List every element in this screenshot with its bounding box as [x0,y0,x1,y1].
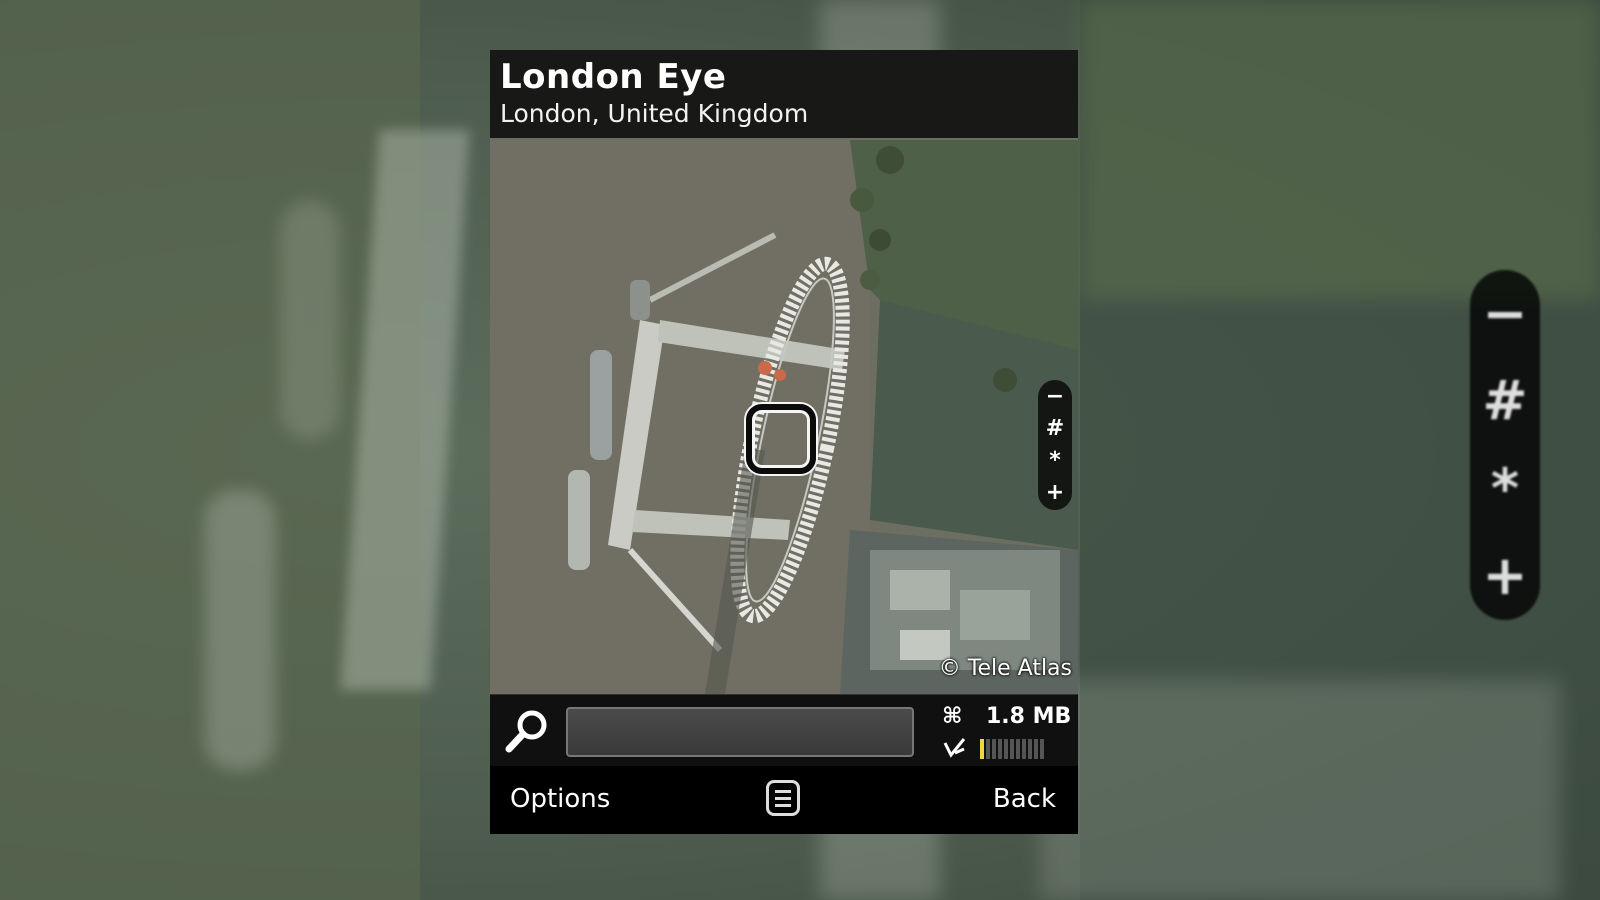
map-copyright: © Tele Atlas [938,656,1072,681]
signal-bar [998,739,1002,759]
background-zoom-control: − # * + [1470,270,1540,620]
background-boat [280,200,340,440]
satellite-imagery [490,50,1078,694]
signal-level-bars [980,739,1044,759]
background-boat [205,490,275,770]
data-transfer-icon: ⌘ [942,704,963,729]
connection-icon [943,738,966,758]
signal-bar [1022,739,1026,759]
signal-bar [1004,739,1008,759]
zoom-out-icon[interactable]: − [1046,386,1064,408]
signal-bar [1034,739,1038,759]
search-icon[interactable] [504,707,550,755]
softkey-bar: Options Back [490,766,1078,834]
background-park [1080,0,1600,300]
signal-bar [980,739,984,759]
background-buildings [1040,680,1560,900]
signal-bar [1028,739,1032,759]
background-star-icon: * [1490,456,1520,520]
map-view[interactable]: London Eye London, United Kingdom − # * … [490,50,1078,694]
signal-bar [1010,739,1014,759]
phone-screen: London Eye London, United Kingdom − # * … [490,50,1078,834]
background-hash-icon: # [1482,369,1528,433]
star-key-icon: * [1049,448,1061,473]
data-size-label: 1.8 MB [986,704,1072,729]
signal-bar [992,739,996,759]
signal-bar [986,739,990,759]
signal-bar [1016,739,1020,759]
hash-key-icon: # [1045,416,1065,441]
place-subtitle: London, United Kingdom [500,99,809,128]
search-bar: ⌘ 1.8 MB [490,694,1078,767]
background-zoom-out-icon: − [1482,281,1528,345]
signal-bar [1040,739,1044,759]
options-softkey[interactable]: Options [510,784,610,814]
background-zoom-in-icon: + [1482,544,1528,608]
zoom-in-icon[interactable]: + [1046,482,1064,504]
menu-icon[interactable] [766,780,800,816]
place-header: London Eye London, United Kingdom [490,50,1078,138]
location-cursor [746,404,816,474]
place-title: London Eye [500,57,727,97]
zoom-control[interactable]: − # * + [1038,380,1072,510]
back-softkey[interactable]: Back [993,784,1056,814]
search-input[interactable] [566,707,914,757]
